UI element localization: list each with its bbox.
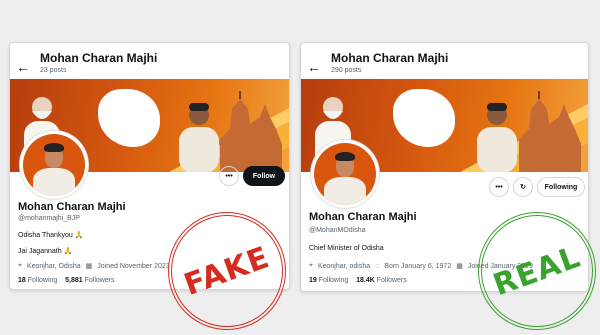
following-button[interactable]: Following	[537, 177, 585, 197]
followers-count[interactable]: 5,881	[65, 277, 83, 284]
joined-date: Joined November 2023	[97, 262, 170, 270]
header-name: Mohan Charan Majhi	[331, 51, 449, 65]
profile-bio: Odisha Thankyou 🙏	[18, 232, 84, 239]
profile-avatar[interactable]	[311, 140, 379, 208]
back-arrow-icon[interactable]: ←	[307, 59, 321, 75]
followers-label[interactable]: Followers	[85, 277, 115, 284]
balloon-icon: ◌	[375, 262, 380, 270]
follow-button[interactable]: Follow	[243, 166, 285, 186]
profile-name: Mohan Charan Majhi	[18, 201, 126, 213]
notify-button[interactable]: ↻	[513, 177, 533, 197]
more-button[interactable]: •••	[219, 166, 239, 186]
more-icon: •••	[495, 183, 503, 191]
location-icon: ⌖	[18, 262, 22, 269]
follow-stats: 19 Following 18.4K Followers	[309, 277, 407, 284]
location: Keonjhar, Odisha	[26, 262, 81, 270]
post-count: 290 posts	[331, 67, 362, 74]
person-right-graphic	[179, 103, 219, 172]
calendar-icon: ▦	[85, 263, 93, 270]
real-stamp: REAL	[478, 212, 596, 330]
profile-name: Mohan Charan Majhi	[309, 211, 417, 223]
profile-bio-line2: Jai Jagannath 🙏	[18, 248, 73, 255]
back-arrow-icon[interactable]: ←	[16, 59, 30, 75]
profile-bio: Chief Minister of Odisha	[309, 245, 384, 252]
real-stamp-word: REAL	[488, 239, 586, 303]
location: Keonjhar, odisha	[317, 262, 371, 270]
follow-stats: 18 Following 5,881 Followers	[18, 277, 115, 284]
followers-label[interactable]: Followers	[377, 277, 407, 284]
profile-meta: ⌖ Keonjhar, Odisha ▦ Joined November 202…	[18, 262, 170, 270]
fake-stamp-word: FAKE	[179, 239, 275, 303]
born-date: Born January 6, 1972	[384, 262, 452, 270]
more-icon: •••	[225, 172, 233, 180]
notify-icon: ↻	[520, 184, 526, 191]
profile-handle: @mohanmajhi_BJP	[18, 215, 80, 222]
odisha-map-graphic	[393, 89, 455, 147]
following-label[interactable]: Following	[28, 277, 58, 284]
header-name: Mohan Charan Majhi	[40, 51, 158, 65]
more-button[interactable]: •••	[489, 177, 509, 197]
following-count[interactable]: 18	[18, 277, 26, 284]
profile-avatar[interactable]	[20, 131, 88, 199]
following-label[interactable]: Following	[319, 277, 349, 284]
calendar-icon: ▦	[456, 263, 463, 270]
followers-count[interactable]: 18.4K	[356, 277, 375, 284]
fake-stamp: FAKE	[168, 212, 286, 330]
person-right-graphic	[477, 103, 517, 172]
profile-handle: @MohanMOdisha	[309, 227, 366, 234]
following-count[interactable]: 19	[309, 277, 317, 284]
odisha-map-graphic	[98, 89, 160, 147]
post-count: 23 posts	[40, 67, 67, 74]
location-icon: ⌖	[309, 262, 313, 269]
